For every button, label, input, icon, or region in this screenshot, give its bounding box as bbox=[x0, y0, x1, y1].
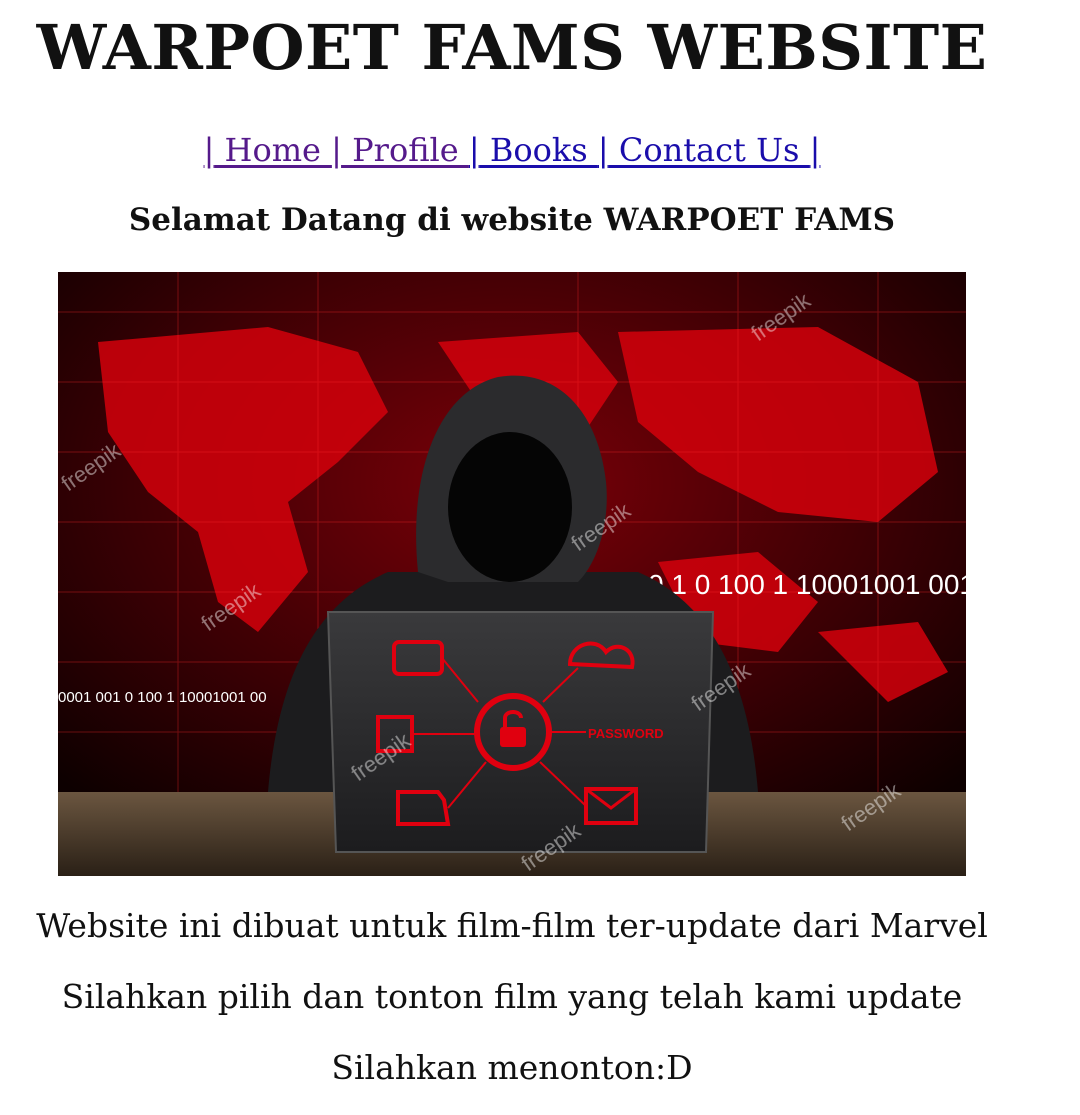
nav-label-home: Home bbox=[214, 131, 332, 169]
lock-icon bbox=[500, 727, 526, 747]
nav-link-home[interactable]: | Home bbox=[204, 131, 332, 169]
password-label: PASSWORD bbox=[588, 726, 664, 741]
site-title: WARPOET FAMS WEBSITE bbox=[36, 11, 988, 84]
closing-paragraph: Silahkan menonton:D bbox=[331, 1048, 693, 1087]
nav-link-books[interactable]: | Books bbox=[469, 131, 598, 169]
binary-text-left: 0001 001 0 100 1 10001001 00 bbox=[58, 689, 267, 706]
nav-label-books: Books bbox=[479, 131, 598, 169]
nav-separator: | bbox=[468, 131, 480, 169]
binary-text-right: 0 1 0 100 1 10001001 001 bbox=[648, 569, 966, 600]
nav-separator: | bbox=[809, 131, 821, 169]
nav-separator: | bbox=[331, 131, 342, 169]
nav-link-profile[interactable]: | Profile bbox=[331, 131, 469, 169]
hacker-illustration: 0 1 0 100 1 10001001 001 0001 001 0 100 … bbox=[58, 272, 966, 876]
instruction-paragraph: Silahkan pilih dan tonton film yang tela… bbox=[61, 977, 963, 1016]
hero-image: 0 1 0 100 1 10001001 001 0001 001 0 100 … bbox=[58, 272, 966, 876]
laptop: PASSWORD bbox=[326, 611, 715, 853]
nav-label-contact: Contact Us bbox=[608, 131, 810, 169]
welcome-heading: Selamat Datang di website WARPOET FAMS bbox=[128, 202, 896, 238]
nav-separator: | bbox=[597, 131, 609, 169]
nav-separator: | bbox=[203, 131, 215, 169]
nav-link-contact[interactable]: | Contact Us | bbox=[598, 131, 821, 169]
intro-paragraph: Website ini dibuat untuk film-film ter-u… bbox=[36, 906, 988, 945]
nav-label-profile: Profile bbox=[341, 131, 469, 169]
main-nav: | Home | Profile | Books | Contact Us | bbox=[0, 128, 1024, 172]
